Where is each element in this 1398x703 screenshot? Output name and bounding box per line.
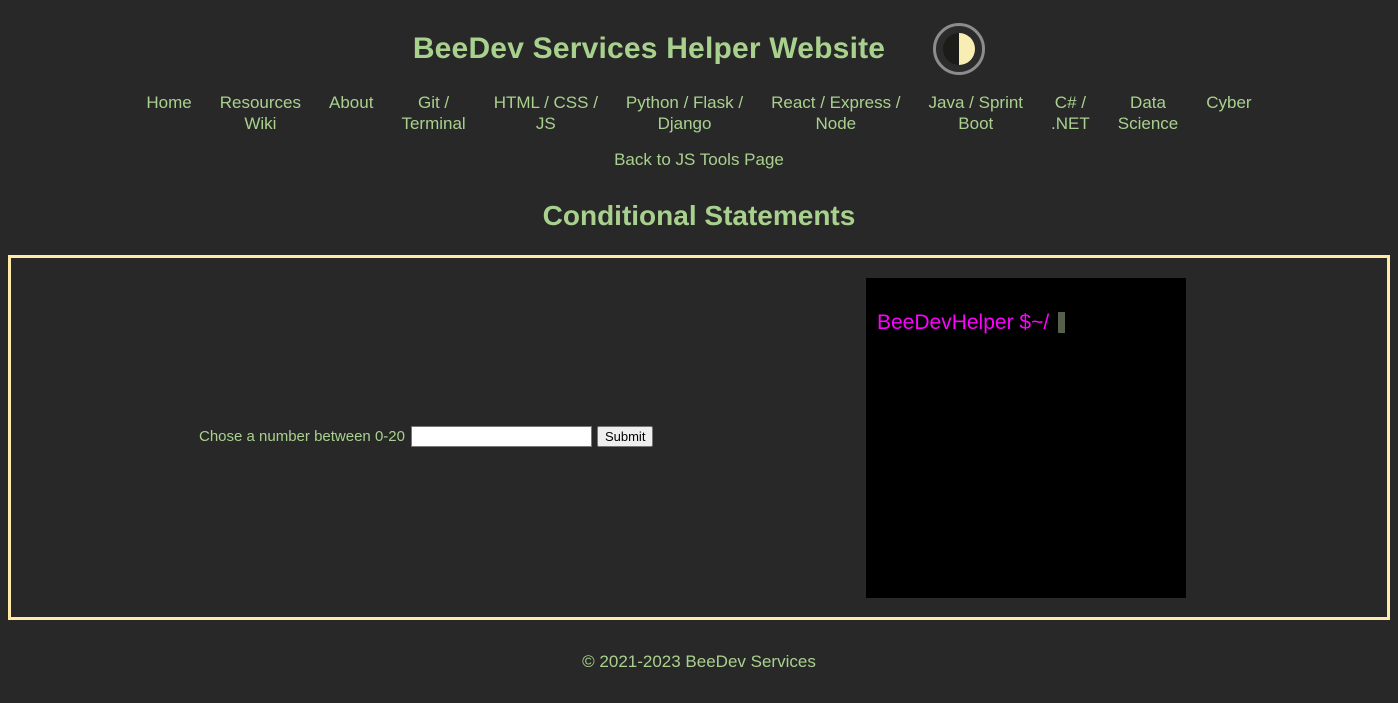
page-root: BeeDev Services Helper Website Home Reso…	[0, 0, 1398, 703]
nav-item-home[interactable]: Home	[132, 92, 205, 113]
back-to-js-tools-link[interactable]: Back to JS Tools Page	[614, 150, 784, 169]
copyright-text: © 2021-2023 BeeDev Services	[582, 651, 816, 671]
form-area: Chose a number between 0-20 Submit	[11, 258, 866, 617]
site-header: BeeDev Services Helper Website Home Reso…	[0, 0, 1398, 232]
submit-button[interactable]: Submit	[596, 426, 654, 447]
nav-item-react-express-node[interactable]: React / Express / Node	[757, 92, 914, 134]
main-navigation: Home Resources Wiki About Git / Terminal…	[0, 92, 1398, 134]
nav-item-about[interactable]: About	[315, 92, 387, 113]
dark-mode-toggle-icon[interactable]	[933, 23, 986, 75]
nav-item-resources-wiki[interactable]: Resources Wiki	[206, 92, 315, 134]
sub-navigation: Back to JS Tools Page	[0, 150, 1398, 170]
nav-item-git-terminal[interactable]: Git / Terminal	[387, 92, 479, 134]
terminal-output-panel[interactable]: BeeDevHelper $~/	[866, 277, 1186, 598]
nav-item-data-science[interactable]: Data Science	[1104, 92, 1192, 134]
terminal-cursor-icon	[1058, 312, 1066, 333]
terminal-prompt-text: BeeDevHelper $~/	[877, 310, 1050, 334]
site-title-row: BeeDev Services Helper Website	[0, 22, 1398, 76]
page-title: BeeDev Services Helper Website	[412, 32, 886, 65]
terminal-prompt-line: BeeDevHelper $~/	[877, 310, 1066, 335]
nav-item-html-css-js[interactable]: HTML / CSS / JS	[480, 92, 612, 134]
content-panel: Chose a number between 0-20 Submit BeeDe…	[8, 255, 1390, 620]
half-moon-icon	[943, 33, 976, 65]
section-heading: Conditional Statements	[542, 200, 856, 231]
number-input-label: Chose a number between 0-20	[199, 428, 405, 445]
nav-item-csharp-dotnet[interactable]: C# / .NET	[1037, 92, 1104, 134]
nav-item-java-sprint-boot[interactable]: Java / Sprint Boot	[915, 92, 1038, 134]
number-input[interactable]	[410, 426, 592, 447]
site-footer: © 2021-2023 BeeDev Services	[0, 620, 1398, 703]
nav-item-python-flask-django[interactable]: Python / Flask / Django	[612, 92, 757, 134]
nav-item-cyber[interactable]: Cyber	[1192, 92, 1265, 113]
number-form: Chose a number between 0-20 Submit	[199, 426, 654, 447]
